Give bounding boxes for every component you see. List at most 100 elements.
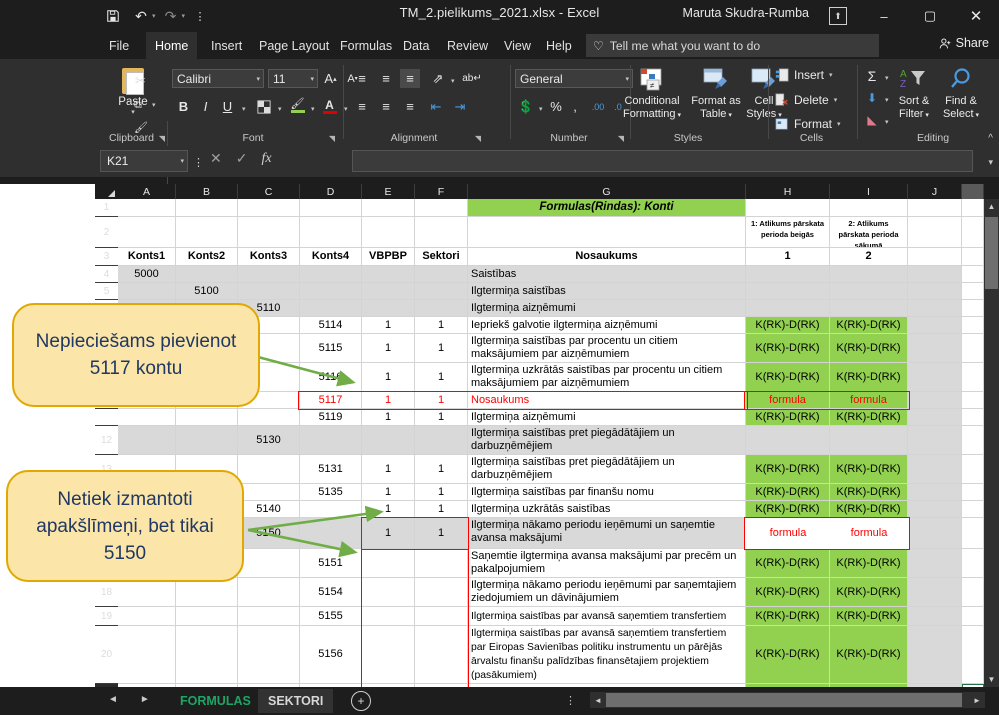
- row-header-4[interactable]: 4: [95, 266, 118, 283]
- clear-caret-icon[interactable]: ▾: [885, 118, 889, 126]
- table-row[interactable]: [908, 484, 962, 501]
- fill-caret-icon[interactable]: ▾: [885, 96, 889, 104]
- sheet-tab-sektori[interactable]: SEKTORI: [258, 689, 334, 713]
- table-row[interactable]: [908, 501, 962, 518]
- hscroll-left-icon[interactable]: ◄: [590, 692, 606, 708]
- cell-g3-nosaukums[interactable]: Nosaukums: [468, 248, 746, 266]
- table-row[interactable]: [362, 549, 415, 578]
- select-all-corner[interactable]: [95, 184, 118, 199]
- cell-i1[interactable]: [830, 199, 908, 217]
- table-row[interactable]: [908, 426, 962, 455]
- cell-d2[interactable]: [300, 217, 362, 248]
- table-row[interactable]: K(RK)-D(RK): [830, 409, 908, 426]
- orientation-caret-icon[interactable]: ▾: [451, 77, 455, 85]
- clipboard-dialog-launcher[interactable]: ◥: [159, 134, 165, 143]
- table-row[interactable]: 5100: [176, 283, 238, 300]
- formula-input[interactable]: [352, 150, 973, 172]
- row-header-3[interactable]: 3: [95, 248, 118, 266]
- cell-b3-konts2[interactable]: Konts2: [176, 248, 238, 266]
- table-row[interactable]: [415, 607, 468, 626]
- decrease-indent-icon[interactable]: ⇤: [426, 97, 446, 116]
- clear-eraser-icon[interactable]: ◣: [862, 111, 882, 129]
- add-sheet-button[interactable]: +: [351, 691, 371, 711]
- table-row[interactable]: [962, 426, 984, 455]
- table-row[interactable]: [238, 578, 300, 607]
- table-row[interactable]: 1: [362, 392, 415, 409]
- table-row[interactable]: [176, 607, 238, 626]
- cell-h2-header[interactable]: 1: Atlikums pārskata perioda beigās: [746, 217, 830, 248]
- share-button[interactable]: Share: [939, 36, 989, 50]
- table-row[interactable]: [962, 363, 984, 392]
- table-row[interactable]: 5156: [300, 626, 362, 684]
- table-row[interactable]: [415, 578, 468, 607]
- borders-caret-icon[interactable]: ▾: [278, 105, 282, 113]
- column-header-c[interactable]: C: [238, 184, 300, 199]
- cell-a1[interactable]: [118, 199, 176, 217]
- cell-i-5150-formula[interactable]: formula: [830, 518, 908, 549]
- cell-k1[interactable]: [962, 199, 984, 217]
- close-button[interactable]: ✕: [953, 0, 999, 32]
- table-row[interactable]: K(RK)-D(RK): [830, 607, 908, 626]
- cell-g1-title-banner[interactable]: Formulas(Rindas): Konti: [468, 199, 746, 217]
- accounting-caret-icon[interactable]: ▾: [539, 105, 543, 113]
- cell-h1[interactable]: [746, 199, 830, 217]
- table-row[interactable]: 1: [415, 518, 468, 549]
- column-header-j[interactable]: J: [908, 184, 962, 199]
- table-row[interactable]: 5000: [118, 266, 176, 283]
- format-as-table-button[interactable]: Format as Table ▾: [691, 67, 741, 122]
- sort-filter-button[interactable]: AZ Sort & Filter ▾: [892, 67, 936, 122]
- bottom-align-icon[interactable]: ≡: [400, 69, 420, 88]
- table-row[interactable]: [300, 501, 362, 518]
- table-row[interactable]: 1: [362, 484, 415, 501]
- table-row[interactable]: 5140: [238, 501, 300, 518]
- table-row[interactable]: 5154: [300, 578, 362, 607]
- table-row[interactable]: [362, 266, 415, 283]
- table-row[interactable]: [908, 607, 962, 626]
- table-row[interactable]: 1: [362, 518, 415, 549]
- orientation-icon[interactable]: ⇗: [428, 69, 448, 88]
- table-row[interactable]: K(RK)-D(RK): [830, 578, 908, 607]
- table-row[interactable]: [362, 426, 415, 455]
- table-row[interactable]: K(RK)-D(RK): [830, 626, 908, 684]
- conditional-formatting-button[interactable]: ≠ Conditional Formatting ▾: [617, 67, 687, 122]
- row-header-19[interactable]: 19: [95, 607, 118, 626]
- table-row[interactable]: K(RK)-D(RK): [746, 501, 830, 518]
- table-row[interactable]: K(RK)-D(RK): [830, 455, 908, 484]
- accounting-format-icon[interactable]: 💲: [516, 97, 536, 116]
- table-row[interactable]: 5155: [300, 607, 362, 626]
- cell-j2[interactable]: [908, 217, 962, 248]
- cell-a3-konts1[interactable]: Konts1: [118, 248, 176, 266]
- increase-decimal-icon[interactable]: .00: [589, 97, 607, 116]
- table-row[interactable]: [362, 626, 415, 684]
- table-row[interactable]: [118, 607, 176, 626]
- cell-e1[interactable]: [362, 199, 415, 217]
- column-header-a[interactable]: A: [118, 184, 176, 199]
- top-align-icon[interactable]: ≡: [352, 69, 372, 88]
- font-name-caret-icon[interactable]: ▾: [256, 75, 260, 83]
- table-row[interactable]: K(RK)-D(RK): [830, 363, 908, 392]
- table-row[interactable]: K(RK)-D(RK): [746, 549, 830, 578]
- tab-help[interactable]: Help: [537, 32, 581, 59]
- row-header-11[interactable]: [95, 409, 118, 426]
- cell-c3-konts3[interactable]: Konts3: [238, 248, 300, 266]
- table-row[interactable]: [118, 409, 176, 426]
- column-header-b[interactable]: B: [176, 184, 238, 199]
- table-row[interactable]: Ilgtermiņa saistības: [468, 283, 746, 300]
- table-row[interactable]: Ilgtermiņa saistības pret piegādātājiem …: [468, 455, 746, 484]
- cell-f3-sektori[interactable]: Sektori: [415, 248, 468, 266]
- table-row[interactable]: [962, 578, 984, 607]
- table-row[interactable]: [908, 266, 962, 283]
- table-row[interactable]: [300, 426, 362, 455]
- table-row[interactable]: 5115: [300, 334, 362, 363]
- table-row[interactable]: [238, 549, 300, 578]
- maximize-button[interactable]: ▢: [907, 0, 953, 32]
- tab-page-layout[interactable]: Page Layout: [250, 32, 338, 59]
- table-row[interactable]: [962, 484, 984, 501]
- table-row[interactable]: [415, 283, 468, 300]
- delete-cells-button[interactable]: Delete ▾: [775, 93, 837, 107]
- enter-formula-icon[interactable]: ✓: [236, 150, 248, 167]
- table-row[interactable]: [962, 409, 984, 426]
- table-row[interactable]: K(RK)-D(RK): [746, 317, 830, 334]
- table-row[interactable]: [415, 549, 468, 578]
- table-row[interactable]: 1: [415, 409, 468, 426]
